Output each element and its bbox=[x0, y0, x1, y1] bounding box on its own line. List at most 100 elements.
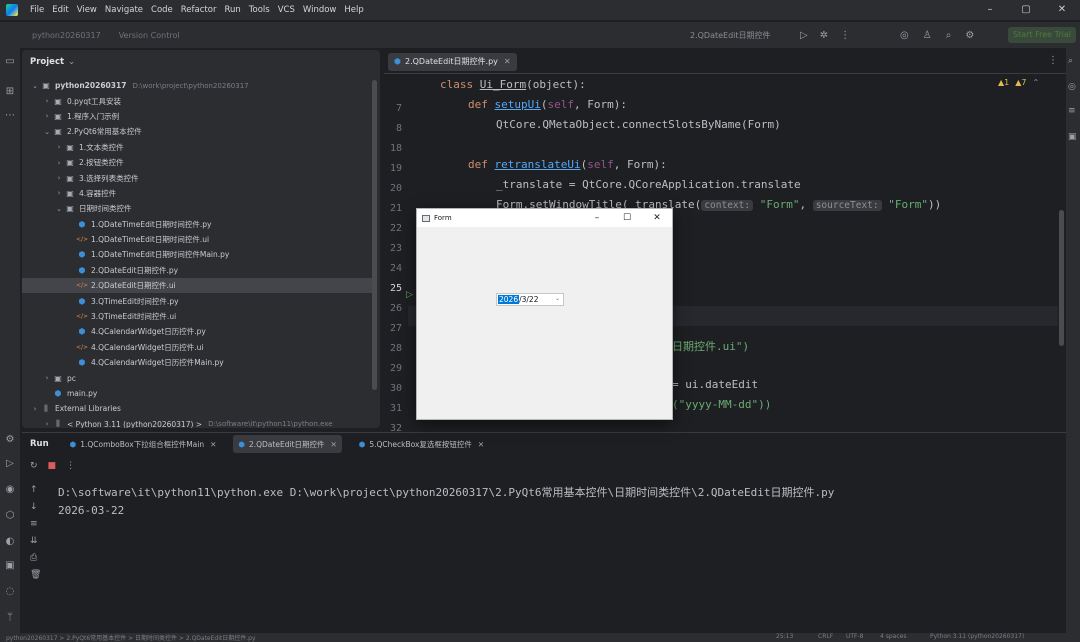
editor-tab-active[interactable]: ⬢ 2.QDateEdit日期控件.py ✕ bbox=[388, 52, 517, 71]
line-number[interactable]: 21 bbox=[390, 203, 402, 214]
close-tab-icon[interactable]: ✕ bbox=[504, 57, 511, 66]
project-scrollbar[interactable] bbox=[372, 80, 377, 390]
run-gutter-icon[interactable]: ▷ bbox=[406, 290, 413, 300]
sciview-icon[interactable]: ▣ bbox=[1068, 132, 1077, 142]
line-number[interactable]: 23 bbox=[390, 243, 402, 254]
tree-item[interactable]: › ▣ 1.文本类控件 bbox=[22, 140, 374, 155]
stop-icon[interactable]: ■ bbox=[48, 461, 57, 471]
print-icon[interactable]: ⎙ bbox=[30, 553, 41, 570]
vcs-selector[interactable]: Version Control bbox=[119, 31, 180, 40]
more-tools-icon[interactable]: ⋯ bbox=[0, 110, 20, 121]
services-icon[interactable]: ⬡ bbox=[0, 510, 20, 521]
line-number[interactable]: 22 bbox=[390, 223, 402, 234]
file-encoding[interactable]: UTF-8 bbox=[846, 633, 864, 640]
close-tab-icon[interactable]: ✕ bbox=[330, 440, 336, 449]
chevron-right-icon[interactable]: › bbox=[42, 97, 52, 105]
line-number[interactable]: 27 bbox=[390, 323, 402, 334]
tree-item[interactable]: </> 4.QCalendarWidget日历控件.ui bbox=[22, 340, 374, 355]
maximize-icon[interactable]: ▢ bbox=[1008, 0, 1044, 20]
more-icon[interactable]: ⋮ bbox=[840, 30, 850, 41]
git-icon[interactable]: ᛘ bbox=[0, 612, 20, 623]
code-line-18[interactable]: QtCore.QMetaObject.connectSlotsByName(Fo… bbox=[496, 118, 781, 131]
terminal-icon[interactable]: ◐ bbox=[0, 536, 20, 547]
python-packages-icon[interactable]: ⚙ bbox=[0, 434, 20, 445]
code-line-8[interactable]: def setupUi(self, Form): bbox=[468, 98, 627, 111]
ai-chat-icon[interactable]: ◎ bbox=[1068, 82, 1076, 92]
line-number[interactable]: 26 bbox=[390, 303, 402, 314]
chevron-down-icon[interactable]: ⌄ bbox=[68, 57, 75, 67]
tree-item[interactable]: › ▣ 1.程序入门示例 bbox=[22, 109, 374, 124]
tree-item[interactable]: ⬢ 1.QDateTimeEdit日期时间控件.py bbox=[22, 217, 374, 232]
run-tab-active[interactable]: ⬢ 2.QDateEdit日期控件 ✕ bbox=[233, 435, 342, 453]
tree-item[interactable]: ⌄ ▣ python20260317 D:\work\project\python20… bbox=[22, 78, 374, 93]
settings-gear-icon[interactable]: ⚙ bbox=[965, 30, 974, 41]
close-tab-icon[interactable]: ✕ bbox=[478, 440, 484, 449]
soft-wrap-icon[interactable]: ≡ bbox=[30, 519, 41, 536]
indent-setting[interactable]: 4 spaces bbox=[880, 633, 906, 640]
clear-all-icon[interactable]: 🗑 bbox=[30, 570, 41, 587]
menu-refactor[interactable]: Refactor bbox=[181, 5, 217, 15]
menu-edit[interactable]: Edit bbox=[52, 5, 68, 15]
chevron-right-icon[interactable]: › bbox=[42, 374, 52, 382]
run-icon[interactable]: ▷ bbox=[800, 30, 808, 41]
date-year-selected[interactable]: 2026 bbox=[498, 295, 520, 304]
chevron-right-icon[interactable]: › bbox=[54, 143, 64, 151]
python-interpreter[interactable]: Python 3.11 (python20260317) bbox=[930, 633, 1024, 640]
tree-item[interactable]: </> 3.QTimeEdit时间控件.ui bbox=[22, 309, 374, 324]
line-number[interactable]: 18 bbox=[390, 143, 402, 154]
code-line-21[interactable]: _translate = QtCore.QCoreApplication.tra… bbox=[496, 178, 801, 191]
project-panel-title[interactable]: Project bbox=[30, 57, 64, 67]
tree-item[interactable]: › ⫼ External Libraries bbox=[22, 401, 374, 416]
date-rest[interactable]: /3/22 bbox=[519, 295, 538, 304]
chevron-right-icon[interactable]: › bbox=[30, 405, 40, 413]
tree-item[interactable]: › ▣ 3.选择列表类控件 bbox=[22, 170, 374, 185]
scroll-down-icon[interactable]: ↓ bbox=[30, 502, 41, 519]
tree-item[interactable]: ⬢ 4.QCalendarWidget日历控件.py bbox=[22, 324, 374, 339]
run-tab[interactable]: ⬢ 5.QCheckBox复选框按钮控件 ✕ bbox=[354, 435, 489, 453]
maximize-icon[interactable]: ☐ bbox=[612, 209, 642, 227]
chevron-right-icon[interactable]: › bbox=[42, 112, 52, 120]
line-number[interactable]: 7 bbox=[396, 103, 402, 114]
account-icon[interactable]: ♙ bbox=[923, 30, 932, 41]
chevron-right-icon[interactable]: › bbox=[54, 174, 64, 182]
line-number[interactable]: 25 bbox=[390, 283, 402, 294]
menu-view[interactable]: View bbox=[77, 5, 97, 15]
menu-help[interactable]: Help bbox=[344, 5, 363, 15]
close-tab-icon[interactable]: ✕ bbox=[210, 440, 216, 449]
code-line-29[interactable]: 日期控件.ui") bbox=[672, 338, 749, 354]
minimize-icon[interactable]: – bbox=[582, 209, 612, 227]
caret-position[interactable]: 25:13 bbox=[776, 633, 793, 640]
tree-item[interactable]: › ▣ 0.pyqt工具安装 bbox=[22, 93, 374, 108]
search-icon[interactable]: ⌕ bbox=[946, 30, 952, 41]
tree-item[interactable]: </> 2.QDateEdit日期控件.ui bbox=[22, 278, 374, 294]
code-line-7[interactable]: class Ui_Form(object): bbox=[440, 78, 586, 91]
date-edit[interactable]: 2026 /3/22 ⌄ bbox=[496, 293, 564, 306]
code-line-20[interactable]: def retranslateUi(self, Form): bbox=[468, 158, 667, 171]
chevron-down-icon[interactable]: ⌄ bbox=[555, 295, 560, 302]
tree-item[interactable]: ⬢ 1.QDateTimeEdit日期时间控件Main.py bbox=[22, 247, 374, 262]
more-icon[interactable]: ⋮ bbox=[66, 461, 75, 471]
chevron-up-icon[interactable]: ⌃ bbox=[1033, 78, 1040, 87]
line-number[interactable]: 8 bbox=[396, 123, 402, 134]
breadcrumb[interactable]: python20260317 > 2.PyQt6常用基本控件 > 日期时间类控件… bbox=[6, 633, 256, 642]
python-console-icon[interactable]: ◉ bbox=[0, 484, 20, 495]
database-icon[interactable]: ≡ bbox=[1068, 106, 1076, 116]
tree-item[interactable]: ⬢ 2.QDateEdit日期控件.py bbox=[22, 263, 374, 278]
menu-tools[interactable]: Tools bbox=[249, 5, 270, 15]
start-free-trial-button[interactable]: Start Free Trial bbox=[1008, 27, 1076, 43]
more-icon[interactable]: ⋮ bbox=[1048, 55, 1058, 66]
rerun-icon[interactable]: ↻ bbox=[30, 461, 38, 471]
run-config-selector[interactable]: 2.QDateEdit日期控件 bbox=[690, 30, 771, 41]
run-tab[interactable]: ⬢ 1.QComboBox下拉组合框控件Main ✕ bbox=[65, 435, 222, 453]
tree-item[interactable]: › ▣ 2.按钮类控件 bbox=[22, 155, 374, 170]
chevron-down-icon[interactable]: ⌄ bbox=[42, 128, 52, 136]
scroll-to-end-icon[interactable]: ⇊ bbox=[30, 536, 41, 553]
chevron-right-icon[interactable]: › bbox=[42, 420, 52, 428]
tree-item[interactable]: ⬢ 3.QTimeEdit时间控件.py bbox=[22, 293, 374, 308]
line-number[interactable]: 31 bbox=[390, 403, 402, 414]
line-separator[interactable]: CRLF bbox=[818, 633, 833, 640]
chevron-right-icon[interactable]: › bbox=[54, 189, 64, 197]
debug-icon[interactable]: ✲ bbox=[820, 30, 828, 41]
menu-vcs[interactable]: VCS bbox=[278, 5, 295, 15]
tree-item[interactable]: ⌄ ▣ 日期时间类控件 bbox=[22, 201, 374, 216]
